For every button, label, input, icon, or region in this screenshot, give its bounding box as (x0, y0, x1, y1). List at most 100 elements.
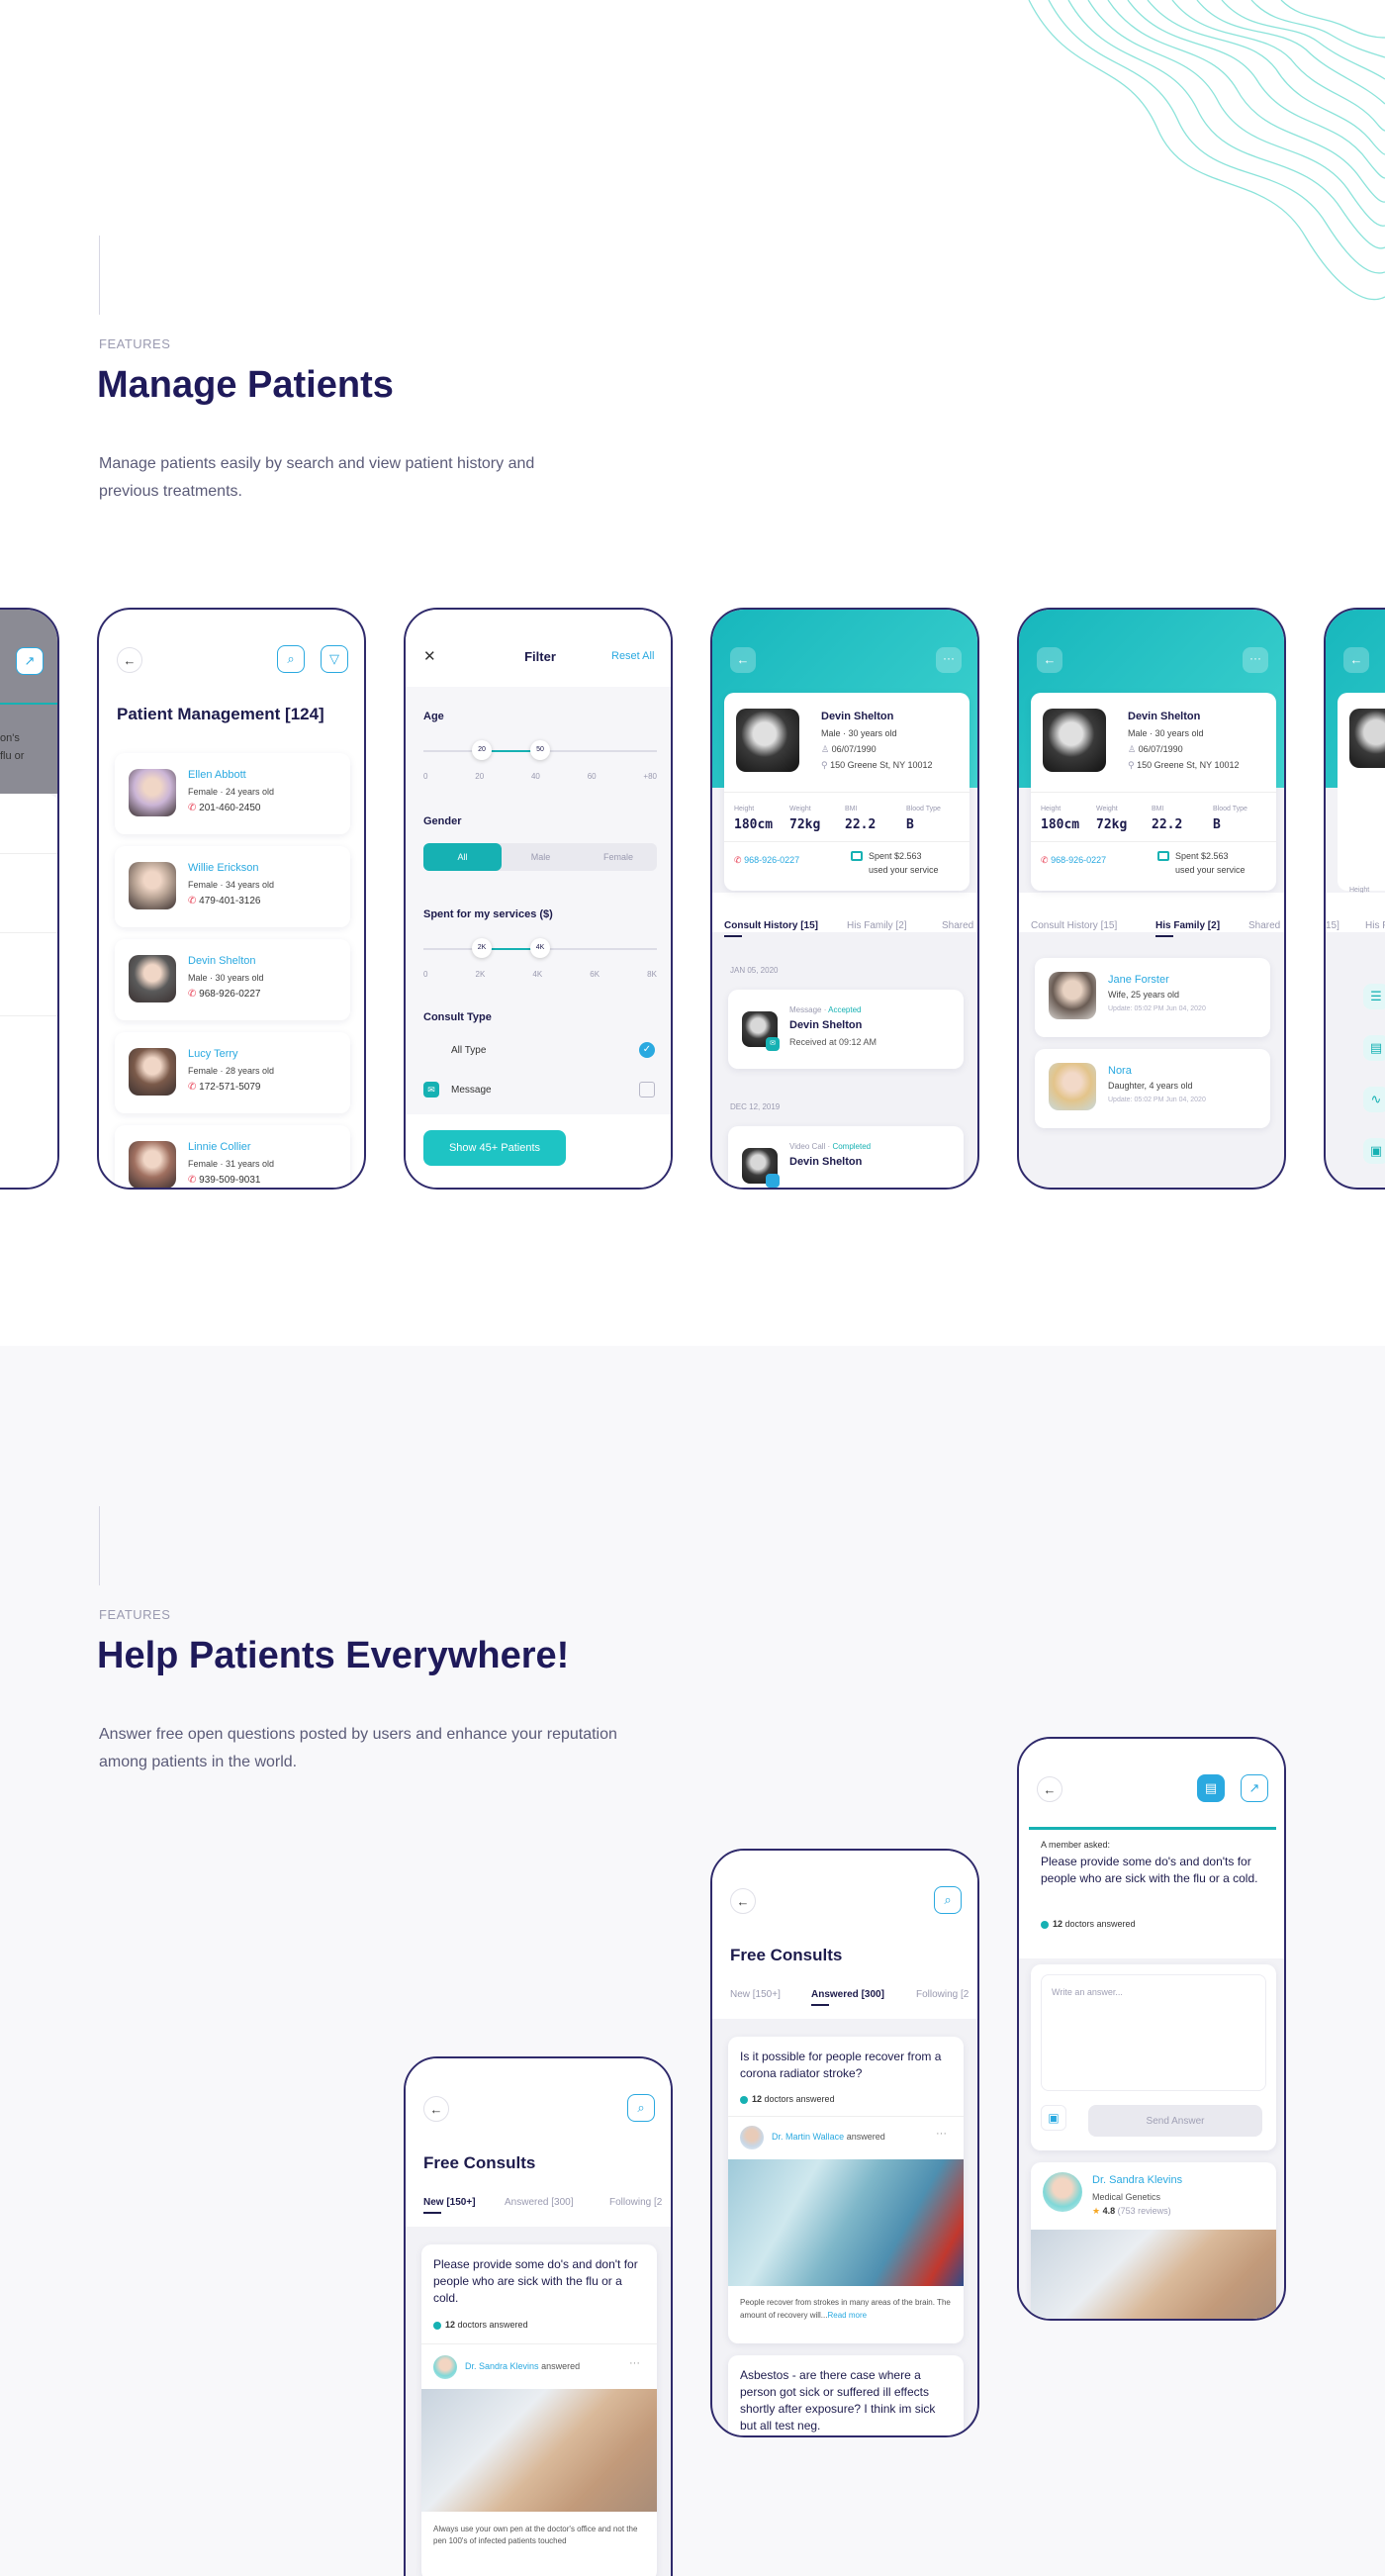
member-relation: Daughter, 4 years old (1108, 1081, 1193, 1091)
patient-dob: 06/07/1990 (831, 744, 877, 754)
stat-value: 72kg (789, 817, 821, 832)
attach-image-icon[interactable]: ▣ (1041, 2105, 1066, 2131)
back-icon[interactable]: ← (1037, 647, 1062, 673)
spent-tick: 4K (532, 970, 543, 979)
back-icon[interactable]: ← (730, 1888, 756, 1914)
tab-following[interactable]: Following [2 (609, 2197, 662, 2208)
patient-avatar (129, 862, 176, 909)
member-name[interactable]: Nora (1108, 1065, 1132, 1077)
tab-his-family[interactable]: His Family [2] (1155, 920, 1220, 937)
back-icon[interactable]: ← (117, 647, 142, 673)
member-name[interactable]: Jane Forster (1108, 974, 1169, 986)
patient-card[interactable]: Willie Erickson Female · 34 years old ✆ … (115, 846, 350, 927)
family-member-card[interactable]: Jane Forster Wife, 25 years old Update: … (1035, 958, 1270, 1037)
tab-answered[interactable]: Answered [300] (811, 1989, 884, 2006)
member-relation: Wife, 25 years old (1108, 990, 1180, 1000)
patient-phone[interactable]: 968-926-0227 (1051, 855, 1106, 865)
patient-sex-age: Male · 30 years old (821, 728, 897, 738)
phone-consult-history: ← ··· Consult History [15] His Family [2… (710, 608, 979, 1190)
tab-his-family[interactable]: His Family [2] (847, 920, 907, 931)
show-patients-button[interactable]: Show 45+ Patients (423, 1130, 566, 1166)
message-checkbox[interactable] (639, 1082, 655, 1097)
doctor-name[interactable]: Dr. Martin Wallace (772, 2132, 844, 2142)
more-icon[interactable]: ··· (936, 2128, 947, 2140)
age-max-handle[interactable]: 50 (530, 740, 550, 760)
answered-count: 12 (445, 2320, 456, 2330)
tab-answered[interactable]: Answered [300] (505, 2197, 574, 2208)
gender-male-option[interactable]: Male (502, 843, 580, 871)
phone-partial-left: ↗ on's flu or (0, 608, 59, 1190)
answer-excerpt-block: People recover from strokes in many area… (740, 2296, 952, 2322)
read-more-link[interactable]: Read more (827, 2311, 867, 2320)
doctor-answer-card[interactable]: Dr. Sandra Klevins Medical Genetics ★ 4.… (1031, 2162, 1276, 2319)
search-icon[interactable]: ⌕ (277, 645, 305, 673)
doctor-avatar (1043, 2172, 1082, 2212)
status-dot (433, 2321, 441, 2330)
patient-phone[interactable]: 968-926-0227 (199, 989, 260, 1000)
patient-phone[interactable]: 201-460-2450 (199, 803, 260, 813)
member-avatar (1049, 972, 1096, 1019)
send-answer-button[interactable]: Send Answer (1088, 2105, 1262, 2137)
patient-name[interactable]: Lucy Terry (188, 1048, 238, 1060)
answered-count-row: 12 doctors answered (740, 2094, 835, 2104)
pulse-icon: ∿ (1363, 1087, 1385, 1112)
gender-all-option[interactable]: All (423, 843, 502, 871)
reset-all-link[interactable]: Reset All (611, 650, 654, 662)
tab-new[interactable]: New [150+] (730, 1989, 781, 2000)
patient-phone[interactable]: 968-926-0227 (744, 855, 799, 865)
back-icon[interactable]: ← (1343, 647, 1369, 673)
tab-consult-history[interactable]: Consult History [15] (1031, 920, 1117, 931)
tab-following[interactable]: Following [2 (916, 1989, 969, 2000)
patient-name[interactable]: Devin Shelton (188, 955, 256, 967)
more-icon[interactable]: ··· (1243, 647, 1268, 673)
tab-partial[interactable]: 15] (1326, 920, 1339, 931)
back-icon[interactable]: ← (730, 647, 756, 673)
search-icon[interactable]: ⌕ (627, 2094, 655, 2122)
tab-shared[interactable]: Shared (942, 920, 973, 931)
history-item[interactable]: Video Call · Completed Devin Shelton (728, 1126, 964, 1188)
spent-max-handle[interactable]: 4K (530, 938, 550, 958)
check-icon[interactable]: ✓ (639, 1042, 655, 1058)
patient-name[interactable]: Willie Erickson (188, 862, 259, 874)
spent-min-handle[interactable]: 2K (472, 938, 492, 958)
tab-new[interactable]: New [150+] (423, 2197, 476, 2214)
back-icon[interactable]: ← (423, 2096, 449, 2122)
search-icon[interactable]: ⌕ (934, 1886, 962, 1914)
filter-icon[interactable]: ▽ (321, 645, 348, 673)
share-icon[interactable]: ↗ (16, 647, 44, 675)
patient-name[interactable]: Linnie Collier (188, 1141, 251, 1153)
patient-card[interactable]: Devin Shelton Male · 30 years old ✆ 968-… (115, 939, 350, 1020)
consult-card[interactable]: Asbestos - are there case where a person… (728, 2355, 964, 2435)
more-icon[interactable]: ··· (629, 2357, 640, 2369)
gender-female-option[interactable]: Female (580, 843, 657, 871)
patient-name[interactable]: Ellen Abbott (188, 769, 246, 781)
doctor-name[interactable]: Dr. Sandra Klevins (465, 2361, 539, 2371)
section-lead-line1: Manage patients easily by search and vie… (99, 455, 535, 472)
share-icon[interactable]: ↗ (1241, 1774, 1268, 1802)
answered-count: 12 (752, 2094, 763, 2104)
tab-consult-history[interactable]: Consult History [15] (724, 920, 818, 937)
patient-card[interactable]: Ellen Abbott Female · 24 years old ✆ 201… (115, 753, 350, 834)
consult-card[interactable]: Please provide some do's and don't for p… (421, 2244, 657, 2576)
patient-phone[interactable]: 939-509-9031 (199, 1175, 260, 1186)
patient-avatar (736, 709, 799, 772)
birthday-icon: ♙ (821, 744, 830, 754)
divider (0, 703, 57, 705)
consult-card[interactable]: Is it possible for people recover from a… (728, 2037, 964, 2343)
patient-phone[interactable]: 172-571-5079 (199, 1082, 260, 1093)
tab-partial[interactable]: His F (1365, 920, 1385, 931)
age-min-handle[interactable]: 20 (472, 740, 492, 760)
patient-phone[interactable]: 479-401-3126 (199, 896, 260, 906)
history-item[interactable]: ✉ Message · Accepted Devin Shelton Recei… (728, 990, 964, 1069)
back-icon[interactable]: ← (1037, 1776, 1062, 1802)
patient-avatar (129, 1048, 176, 1096)
answer-textarea[interactable]: Write an answer... (1041, 1974, 1266, 2091)
more-icon[interactable]: ··· (936, 647, 962, 673)
doctor-name[interactable]: Dr. Sandra Klevins (1092, 2174, 1182, 2186)
tab-shared[interactable]: Shared (1248, 920, 1280, 931)
patient-card[interactable]: Lucy Terry Female · 28 years old ✆ 172-5… (115, 1032, 350, 1113)
notes-icon[interactable]: ▤ (1197, 1774, 1225, 1802)
family-member-card[interactable]: Nora Daughter, 4 years old Update: 05:02… (1035, 1049, 1270, 1128)
patient-card[interactable]: Linnie Collier Female · 31 years old ✆ 9… (115, 1125, 350, 1188)
answer-placeholder: Write an answer... (1052, 1987, 1123, 1997)
